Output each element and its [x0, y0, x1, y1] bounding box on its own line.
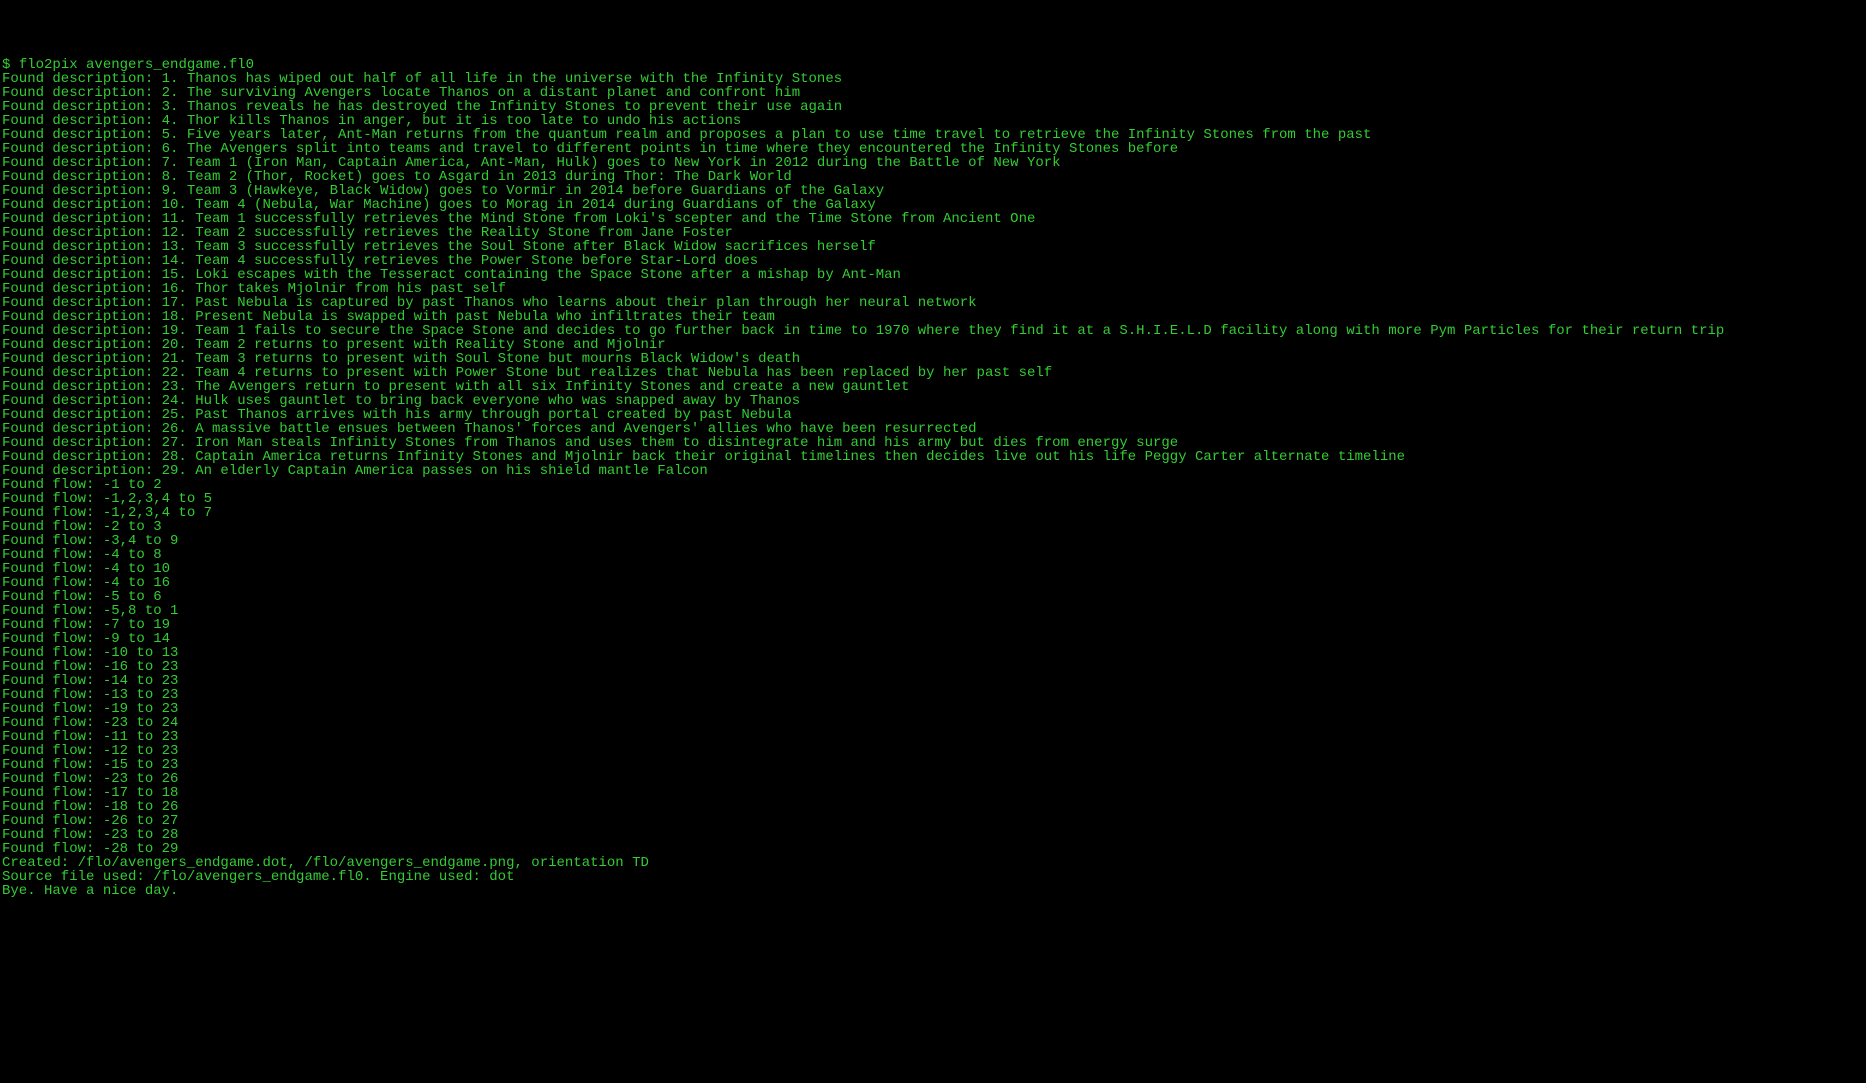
flow-line: Found flow: -23 to 26	[2, 772, 1864, 786]
flow-line: Found flow: -23 to 28	[2, 828, 1864, 842]
flow-line: Found flow: -19 to 23	[2, 702, 1864, 716]
footer-line: Bye. Have a nice day.	[2, 884, 1864, 898]
description-line: Found description: 22. Team 4 returns to…	[2, 366, 1864, 380]
description-line: Found description: 28. Captain America r…	[2, 450, 1864, 464]
description-line: Found description: 14. Team 4 successful…	[2, 254, 1864, 268]
description-line: Found description: 15. Loki escapes with…	[2, 268, 1864, 282]
flow-line: Found flow: -14 to 23	[2, 674, 1864, 688]
flow-line: Found flow: -4 to 8	[2, 548, 1864, 562]
flow-line: Found flow: -12 to 23	[2, 744, 1864, 758]
description-line: Found description: 3. Thanos reveals he …	[2, 100, 1864, 114]
flow-line: Found flow: -1,2,3,4 to 7	[2, 506, 1864, 520]
description-line: Found description: 1. Thanos has wiped o…	[2, 72, 1864, 86]
footer-block: Created: /flo/avengers_endgame.dot, /flo…	[2, 856, 1864, 898]
flow-line: Found flow: -17 to 18	[2, 786, 1864, 800]
flow-line: Found flow: -5 to 6	[2, 590, 1864, 604]
description-line: Found description: 26. A massive battle …	[2, 422, 1864, 436]
flow-line: Found flow: -9 to 14	[2, 632, 1864, 646]
flow-line: Found flow: -1,2,3,4 to 5	[2, 492, 1864, 506]
flow-line: Found flow: -13 to 23	[2, 688, 1864, 702]
description-line: Found description: 16. Thor takes Mjolni…	[2, 282, 1864, 296]
flow-line: Found flow: -11 to 23	[2, 730, 1864, 744]
description-line: Found description: 12. Team 2 successful…	[2, 226, 1864, 240]
description-line: Found description: 25. Past Thanos arriv…	[2, 408, 1864, 422]
flow-line: Found flow: -18 to 26	[2, 800, 1864, 814]
description-line: Found description: 20. Team 2 returns to…	[2, 338, 1864, 352]
flow-line: Found flow: -5,8 to 1	[2, 604, 1864, 618]
terminal-output: $ flo2pix avengers_endgame.fl0 Found des…	[2, 58, 1864, 898]
description-line: Found description: 2. The surviving Aven…	[2, 86, 1864, 100]
flow-line: Found flow: -28 to 29	[2, 842, 1864, 856]
footer-line: Source file used: /flo/avengers_endgame.…	[2, 870, 1864, 884]
flow-line: Found flow: -4 to 16	[2, 576, 1864, 590]
description-line: Found description: 4. Thor kills Thanos …	[2, 114, 1864, 128]
description-line: Found description: 17. Past Nebula is ca…	[2, 296, 1864, 310]
flow-line: Found flow: -10 to 13	[2, 646, 1864, 660]
description-line: Found description: 18. Present Nebula is…	[2, 310, 1864, 324]
flow-line: Found flow: -3,4 to 9	[2, 534, 1864, 548]
description-line: Found description: 8. Team 2 (Thor, Rock…	[2, 170, 1864, 184]
flows-block: Found flow: -1 to 2Found flow: -1,2,3,4 …	[2, 478, 1864, 856]
flow-line: Found flow: -1 to 2	[2, 478, 1864, 492]
description-line: Found description: 9. Team 3 (Hawkeye, B…	[2, 184, 1864, 198]
description-line: Found description: 29. An elderly Captai…	[2, 464, 1864, 478]
description-line: Found description: 7. Team 1 (Iron Man, …	[2, 156, 1864, 170]
description-line: Found description: 6. The Avengers split…	[2, 142, 1864, 156]
description-line: Found description: 23. The Avengers retu…	[2, 380, 1864, 394]
description-line: Found description: 27. Iron Man steals I…	[2, 436, 1864, 450]
description-line: Found description: 5. Five years later, …	[2, 128, 1864, 142]
descriptions-block: Found description: 1. Thanos has wiped o…	[2, 72, 1864, 478]
description-line: Found description: 21. Team 3 returns to…	[2, 352, 1864, 366]
footer-line: Created: /flo/avengers_endgame.dot, /flo…	[2, 856, 1864, 870]
flow-line: Found flow: -15 to 23	[2, 758, 1864, 772]
flow-line: Found flow: -7 to 19	[2, 618, 1864, 632]
description-line: Found description: 19. Team 1 fails to s…	[2, 324, 1864, 338]
description-line: Found description: 24. Hulk uses gauntle…	[2, 394, 1864, 408]
description-line: Found description: 10. Team 4 (Nebula, W…	[2, 198, 1864, 212]
description-line: Found description: 11. Team 1 successful…	[2, 212, 1864, 226]
flow-line: Found flow: -4 to 10	[2, 562, 1864, 576]
flow-line: Found flow: -2 to 3	[2, 520, 1864, 534]
description-line: Found description: 13. Team 3 successful…	[2, 240, 1864, 254]
flow-line: Found flow: -23 to 24	[2, 716, 1864, 730]
flow-line: Found flow: -26 to 27	[2, 814, 1864, 828]
flow-line: Found flow: -16 to 23	[2, 660, 1864, 674]
